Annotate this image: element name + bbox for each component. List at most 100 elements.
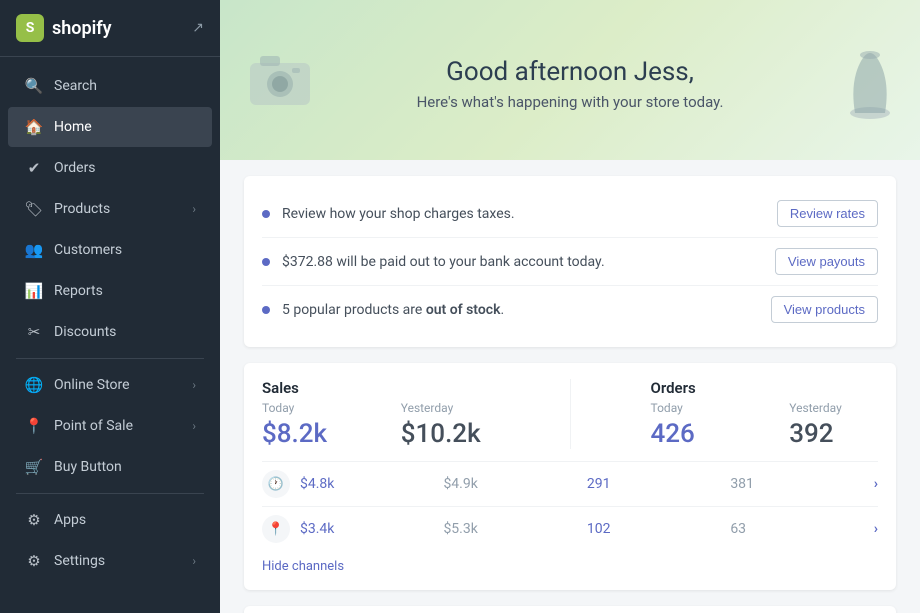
hero-subtitle: Here's what's happening with your store … — [417, 93, 724, 111]
sidebar-item-customers[interactable]: 👥 Customers — [8, 230, 212, 270]
alert-button-2[interactable]: View products — [771, 296, 878, 323]
orders-label: Orders — [651, 379, 879, 397]
sidebar-item-label-online-store: Online Store — [54, 377, 192, 393]
sidebar-item-reports[interactable]: 📊 Reports — [8, 271, 212, 311]
home-icon: 🏠 — [24, 117, 44, 137]
brand-logo[interactable]: S shopify — [16, 14, 112, 42]
sales-today-col: Today $8.2k — [262, 401, 351, 449]
sidebar-item-orders[interactable]: ✔ Orders — [8, 148, 212, 188]
sidebar-item-label-customers: Customers — [54, 242, 196, 258]
channel-icon-1: 📍 — [262, 515, 290, 543]
channel-val-0-2: 291 — [587, 476, 730, 492]
alert-item-0: Review how your shop charges taxes.Revie… — [262, 190, 878, 238]
sidebar-item-buy-button[interactable]: 🛒 Buy Button — [8, 447, 212, 487]
sidebar-item-apps[interactable]: ⚙ Apps — [8, 500, 212, 540]
orders-today-col: Today 426 — [651, 401, 740, 449]
hero-decor-right — [840, 33, 900, 127]
brand-name: shopify — [52, 18, 112, 39]
sidebar-item-search[interactable]: 🔍 Search — [8, 66, 212, 106]
point-of-sale-arrow-icon: › — [192, 419, 196, 433]
channel-arrow-1[interactable]: › — [874, 521, 878, 537]
sales-yesterday-label: Yesterday — [401, 401, 490, 415]
alerts-card: Review how your shop charges taxes.Revie… — [244, 176, 896, 347]
channel-icon-0: 🕐 — [262, 470, 290, 498]
buy-button-icon: 🛒 — [24, 457, 44, 477]
online-store-icon: 🌐 — [24, 375, 44, 395]
alert-dot — [262, 258, 270, 266]
channel-val-0-1: $4.9k — [443, 476, 586, 492]
low-stock-card: Low stock Yesterday 19 people viewed the… — [244, 606, 896, 613]
search-icon: 🔍 — [24, 76, 44, 96]
orders-today-value: 426 — [651, 419, 740, 449]
channel-row-1: 📍 $3.4k$5.3k10263› — [262, 506, 878, 551]
external-link-icon[interactable]: ↗ — [192, 20, 204, 36]
stats-header: Sales Today $8.2k Yesterday $10.2k — [262, 379, 878, 449]
settings-arrow-icon: › — [192, 554, 196, 568]
channels-container: 🕐$4.8k$4.9k291381›📍$3.4k$5.3k10263› — [262, 461, 878, 551]
sidebar-item-discounts[interactable]: ✂ Discounts — [8, 312, 212, 352]
products-arrow-icon: › — [192, 202, 196, 216]
sidebar-item-label-orders: Orders — [54, 160, 196, 176]
products-icon: 🏷 — [24, 199, 44, 219]
main-content: Good afternoon Jess, Here's what's happe… — [220, 0, 920, 613]
sidebar-item-label-reports: Reports — [54, 283, 196, 299]
alert-dot — [262, 210, 270, 218]
sidebar-item-label-products: Products — [54, 201, 192, 217]
hero-decor-left — [240, 38, 320, 122]
hero-section: Good afternoon Jess, Here's what's happe… — [220, 0, 920, 160]
alert-item-1: $372.88 will be paid out to your bank ac… — [262, 238, 878, 286]
stats-card: Sales Today $8.2k Yesterday $10.2k — [244, 363, 896, 590]
orders-today-label: Today — [651, 401, 740, 415]
channel-arrow-0[interactable]: › — [874, 476, 878, 492]
reports-icon: 📊 — [24, 281, 44, 301]
discounts-icon: ✂ — [24, 322, 44, 342]
alert-item-2: 5 popular products are out of stock.View… — [262, 286, 878, 333]
sidebar-item-label-home: Home — [54, 119, 196, 135]
channel-val-1-2: 102 — [587, 521, 730, 537]
orders-cols: Today 426 Yesterday 392 — [651, 401, 879, 449]
channel-row-0: 🕐 $4.8k$4.9k291381› — [262, 461, 878, 506]
orders-yesterday-label: Yesterday — [789, 401, 878, 415]
orders-icon: ✔ — [24, 158, 44, 178]
channel-vals-1: $3.4k$5.3k10263 — [300, 521, 874, 537]
orders-yesterday-col: Yesterday 392 — [789, 401, 878, 449]
channel-vals-0: $4.8k$4.9k291381 — [300, 476, 874, 492]
stats-divider — [570, 379, 571, 449]
alert-button-0[interactable]: Review rates — [777, 200, 878, 227]
channel-val-0-0: $4.8k — [300, 476, 443, 492]
customers-icon: 👥 — [24, 240, 44, 260]
sidebar-item-point-of-sale[interactable]: 📍 Point of Sale› — [8, 406, 212, 446]
channel-val-1-1: $5.3k — [443, 521, 586, 537]
sidebar-item-online-store[interactable]: 🌐 Online Store› — [8, 365, 212, 405]
orders-yesterday-value: 392 — [789, 419, 878, 449]
sales-yesterday-value: $10.2k — [401, 419, 490, 449]
sidebar-item-label-settings: Settings — [54, 553, 192, 569]
hide-channels-link[interactable]: Hide channels — [262, 551, 878, 574]
sales-yesterday-col: Yesterday $10.2k — [401, 401, 490, 449]
channel-val-1-0: $3.4k — [300, 521, 443, 537]
sidebar-item-home[interactable]: 🏠 Home — [8, 107, 212, 147]
sidebar-item-label-discounts: Discounts — [54, 324, 196, 340]
sidebar-item-products[interactable]: 🏷 Products› — [8, 189, 212, 229]
sales-label: Sales — [262, 379, 490, 397]
sidebar-item-label-buy-button: Buy Button — [54, 459, 196, 475]
alert-dot — [262, 306, 270, 314]
apps-icon: ⚙ — [24, 510, 44, 530]
alert-text-2: 5 popular products are out of stock. — [282, 302, 771, 318]
alert-text-1: $372.88 will be paid out to your bank ac… — [282, 254, 775, 270]
sidebar-nav: 🔍Search🏠Home✔Orders🏷Products›👥Customers📊… — [0, 57, 220, 613]
sales-cols: Today $8.2k Yesterday $10.2k — [262, 401, 490, 449]
sales-section: Sales Today $8.2k Yesterday $10.2k — [262, 379, 490, 449]
channel-val-0-3: 381 — [730, 476, 873, 492]
sidebar-item-label-apps: Apps — [54, 512, 196, 528]
point-of-sale-icon: 📍 — [24, 416, 44, 436]
sidebar-item-settings[interactable]: ⚙Settings› — [8, 541, 212, 581]
alert-button-1[interactable]: View payouts — [775, 248, 878, 275]
sidebar-item-label-search: Search — [54, 78, 196, 94]
hero-greeting: Good afternoon Jess, — [446, 57, 694, 87]
alert-text-0: Review how your shop charges taxes. — [282, 206, 777, 222]
channel-val-1-3: 63 — [730, 521, 873, 537]
sidebar-item-label-point-of-sale: Point of Sale — [54, 418, 192, 434]
sidebar-header: S shopify ↗ — [0, 0, 220, 57]
online-store-arrow-icon: › — [192, 378, 196, 392]
